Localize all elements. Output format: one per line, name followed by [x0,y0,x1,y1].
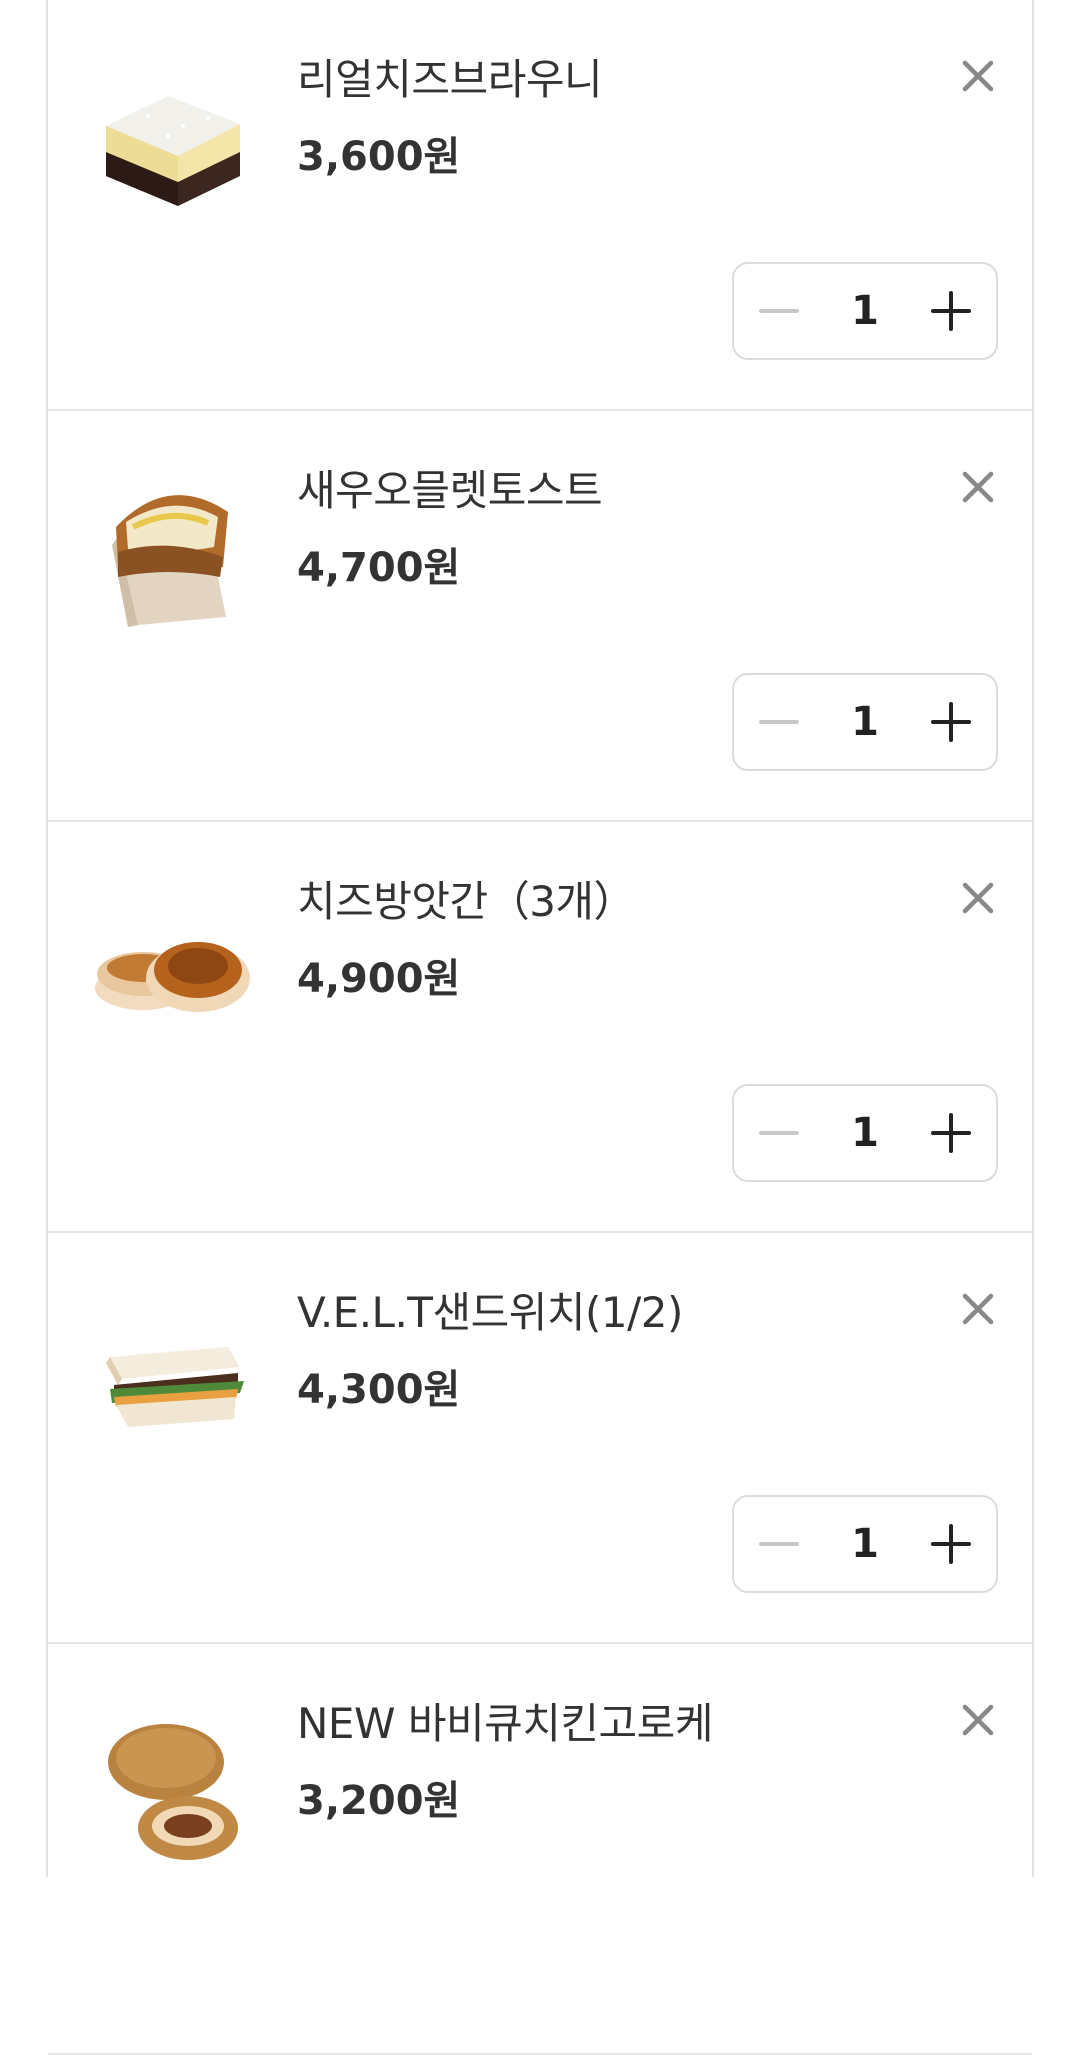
minus-icon [759,309,799,313]
remove-item-button[interactable] [954,874,1002,922]
quantity-value: 1 [851,699,879,745]
quantity-stepper: 1 [732,1495,998,1593]
remove-item-button[interactable] [954,463,1002,511]
plus-icon [931,1524,971,1564]
quantity-stepper: 1 [732,262,998,360]
increase-quantity-button[interactable] [906,673,996,771]
cart-item-list: 리얼치즈브라우니 3,600원 1 새우오믈렛토스트 4,700원 1 치즈방앗… [46,0,1034,2055]
plus-icon [931,1113,971,1153]
remove-item-button[interactable] [954,1285,1002,1333]
product-name[interactable]: 치즈방앗간（3개） [297,868,636,929]
product-image-cheese-buns[interactable] [88,878,258,1048]
product-image-shrimp-omelet-toast[interactable] [88,467,258,637]
remove-item-button[interactable] [954,1696,1002,1744]
product-price: 3,600원 [297,134,461,180]
product-name[interactable]: NEW 바비큐치킨고로케 [297,1690,713,1751]
quantity-stepper: 1 [732,1084,998,1182]
close-icon [962,471,994,503]
close-icon [962,1704,994,1736]
decrease-quantity-button[interactable] [734,262,824,360]
close-icon [962,882,994,914]
product-price: 4,700원 [297,545,461,591]
product-price: 3,200원 [297,1778,461,1824]
quantity-value: 1 [851,288,879,334]
quantity-stepper: 1 [732,673,998,771]
cart-item: 치즈방앗간（3개） 4,900원 1 [48,822,1032,1233]
plus-icon [931,291,971,331]
minus-icon [759,1542,799,1546]
product-image-velt-sandwich[interactable] [88,1289,258,1459]
minus-icon [759,720,799,724]
cart-item: 새우오믈렛토스트 4,700원 1 [48,411,1032,822]
close-icon [962,60,994,92]
quantity-value: 1 [851,1521,879,1567]
increase-quantity-button[interactable] [906,262,996,360]
product-name[interactable]: V.E.L.T샌드위치(1/2) [297,1279,683,1340]
plus-icon [931,702,971,742]
product-name[interactable]: 새우오믈렛토스트 [297,457,603,518]
decrease-quantity-button[interactable] [734,1495,824,1593]
decrease-quantity-button[interactable] [734,1084,824,1182]
decrease-quantity-button[interactable] [734,673,824,771]
cart-item: V.E.L.T샌드위치(1/2) 4,300원 1 [48,1233,1032,1644]
increase-quantity-button[interactable] [906,1084,996,1182]
cart-item: NEW 바비큐치킨고로케 3,200원 [48,1644,1032,2055]
minus-icon [759,1131,799,1135]
product-price: 4,300원 [297,1367,461,1413]
product-price: 4,900원 [297,956,461,1002]
cart-item: 리얼치즈브라우니 3,600원 1 [48,0,1032,411]
close-icon [962,1293,994,1325]
product-image-bbq-chicken-croquette[interactable] [88,1700,258,1870]
quantity-value: 1 [851,1110,879,1156]
remove-item-button[interactable] [954,52,1002,100]
product-name[interactable]: 리얼치즈브라우니 [297,46,603,107]
product-image-cheese-brownie[interactable] [88,56,258,226]
cart-page: 리얼치즈브라우니 3,600원 1 새우오믈렛토스트 4,700원 1 치즈방앗… [0,0,1080,2055]
increase-quantity-button[interactable] [906,1495,996,1593]
